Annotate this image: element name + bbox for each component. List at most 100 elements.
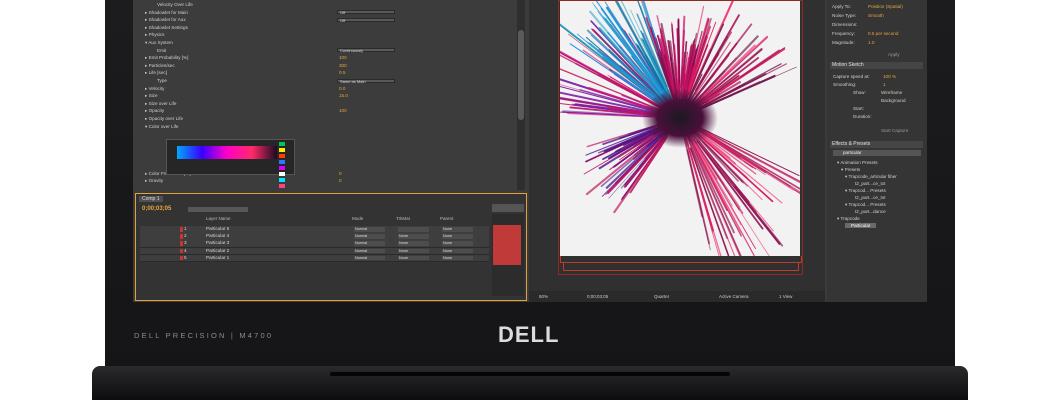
property-row[interactable]: ▸ Size over Life <box>133 101 515 106</box>
property-row[interactable]: Emit Continuously <box>133 48 515 53</box>
property-row[interactable]: ▾ Aux System <box>133 40 515 45</box>
motion-sketch-value[interactable]: 1 <box>883 82 886 87</box>
property-label: ▸ Opacity over Life <box>145 116 184 121</box>
property-row[interactable]: ▸ Shadowlet for Main Off <box>133 10 515 15</box>
layer-mode-select[interactable]: Normal <box>354 234 385 239</box>
layer-parent-select[interactable]: None <box>442 227 473 232</box>
wiggler-value[interactable]: 0.5 per second <box>868 31 898 36</box>
effects-tree-item[interactable]: t2_part...ce_txt <box>855 181 885 186</box>
tab-comp[interactable]: Comp 1 <box>139 196 163 202</box>
layer-color-label[interactable] <box>180 241 183 246</box>
property-dropdown[interactable]: Continuously <box>337 48 395 53</box>
layer-name-header[interactable]: Layer Name <box>206 216 231 221</box>
property-row[interactable]: ▸ Emit Probability [%] 100 <box>133 55 515 60</box>
layer-name[interactable]: Particular 5 <box>206 226 229 233</box>
effects-tree-item[interactable]: ▾ Presets <box>841 167 860 173</box>
layer-color-label[interactable] <box>180 255 183 261</box>
resolution-select[interactable]: Quarter <box>654 291 669 302</box>
layer-trkmat-select[interactable]: None <box>398 248 429 254</box>
effects-presets-title[interactable]: Effects & Presets <box>830 141 923 148</box>
property-row[interactable]: ▸ Shadowlet for Aux Off <box>133 17 515 22</box>
timecode[interactable]: 0;00;03;05 <box>142 206 171 212</box>
layer-color-label[interactable] <box>180 248 183 254</box>
property-row[interactable]: ▸ Physics <box>133 32 515 37</box>
motion-sketch-label: Start: <box>853 106 864 111</box>
layer-trkmat-select[interactable]: None <box>398 241 429 246</box>
layer-parent-select[interactable]: None <box>442 241 473 246</box>
property-dropdown[interactable]: Off <box>337 17 395 22</box>
color-gradient[interactable] <box>177 146 277 159</box>
motion-sketch-checkbox[interactable]: Background <box>881 98 906 103</box>
property-row[interactable]: ▸ Life [sec] 0.5 <box>133 70 515 75</box>
property-row[interactable]: ▸ Shadowlet Settings <box>133 25 515 30</box>
property-row[interactable]: ▸ Opacity over Life <box>133 116 515 121</box>
wiggler-apply-button[interactable]: Apply <box>888 52 900 57</box>
motion-sketch-title[interactable]: Motion Sketch <box>830 62 923 69</box>
layer-name[interactable]: Particular 4 <box>206 233 229 240</box>
property-row[interactable]: Velocity Over Life <box>133 2 515 7</box>
timeline-panel: Comp 1 0;00;03;05 Layer Name Mode TrkMat… <box>135 193 527 301</box>
layer-name[interactable]: Particular 2 <box>206 248 229 255</box>
wiggler-label: Apply To: <box>832 4 851 9</box>
property-dropdown[interactable]: Same as Main <box>337 78 395 83</box>
zoom-select[interactable]: 50% <box>539 291 548 302</box>
motion-sketch-checkbox[interactable]: Wireframe <box>881 90 902 95</box>
property-row[interactable]: ▾ Color over Life <box>133 124 515 129</box>
motion-sketch-label: Show: <box>853 90 866 95</box>
layer-mode-select[interactable]: Normal <box>354 248 385 254</box>
viewer-time[interactable]: 0;00;03;05 <box>587 291 608 302</box>
motion-sketch-value[interactable]: 100 % <box>883 74 896 79</box>
property-row[interactable]: ▸ Opacity 100 <box>133 108 515 113</box>
properties-scroll-thumb[interactable] <box>518 30 524 120</box>
layer-trkmat-select[interactable]: None <box>398 234 429 239</box>
effects-tree-item[interactable]: Particular <box>845 223 877 228</box>
layer-mode-select[interactable]: Normal <box>354 241 385 246</box>
layer-duration-bars[interactable] <box>493 225 521 265</box>
wiggler-value[interactable]: 1.0 <box>868 40 874 45</box>
layer-trkmat-select[interactable]: None <box>398 255 429 261</box>
layer-parent-select[interactable]: None <box>442 234 473 239</box>
property-row[interactable]: ▸ Particles/sec 300 <box>133 63 515 68</box>
property-value[interactable]: 100 <box>339 55 347 60</box>
property-value[interactable]: 0 <box>339 171 342 176</box>
effects-tree-item[interactable]: ▾ Trapcod... Presets <box>845 202 886 208</box>
effects-tree-item[interactable]: ▾ Trapcod... Presets <box>845 188 886 194</box>
property-value[interactable]: 300 <box>339 63 347 68</box>
property-dropdown[interactable]: Off <box>337 10 395 15</box>
wiggler-value[interactable]: Smooth <box>868 13 884 18</box>
effects-tree-item[interactable]: ▾ Animation Presets <box>837 160 878 166</box>
viewer-toolbar: 50% 0;00;03;05 Quarter Active Camera 1 V… <box>529 291 825 302</box>
property-value[interactable]: 15.0 <box>339 93 348 98</box>
layer-name[interactable]: Particular 1 <box>206 255 229 262</box>
layer-mode-select[interactable]: Normal <box>354 255 385 261</box>
gradient-swatches[interactable] <box>278 141 292 188</box>
effects-tree-item[interactable]: t2_part...ce_txt <box>855 195 885 200</box>
property-value[interactable]: 0.5 <box>339 70 345 75</box>
property-value[interactable]: 0.0 <box>339 86 345 91</box>
layer-name[interactable]: Particular 3 <box>206 240 229 247</box>
property-row[interactable]: Type Same as Main <box>133 78 515 83</box>
effects-tree-item[interactable]: ▾ Trapcode <box>837 216 860 222</box>
property-row[interactable]: ▸ Velocity 0.0 <box>133 86 515 91</box>
effects-tree-item[interactable]: ▾ Trapcode_articular fiber <box>845 174 897 180</box>
effects-tree-item[interactable]: t2_part...dance <box>855 209 886 214</box>
property-label: ▾ Color over Life <box>145 123 179 129</box>
wiggler-value[interactable]: Position (Spatial) <box>868 4 903 9</box>
layer-parent-select[interactable]: None <box>442 248 473 254</box>
effects-search-input[interactable]: particular <box>833 150 921 156</box>
timeline-layer-row[interactable]: 5 Particular 1 Normal None None <box>140 254 489 263</box>
layer-parent-select[interactable]: None <box>442 255 473 261</box>
camera-select[interactable]: Active Camera <box>719 291 749 302</box>
layer-color-label[interactable] <box>180 227 183 232</box>
view-layout-select[interactable]: 1 View <box>779 291 792 302</box>
property-row[interactable]: ▸ Gravity 0 <box>133 178 515 183</box>
layer-trkmat-select[interactable] <box>398 227 429 232</box>
timeline-search-input[interactable] <box>188 207 248 212</box>
start-capture-button[interactable]: Start Capture <box>881 128 908 133</box>
layer-mode-select[interactable]: Normal <box>354 227 385 232</box>
property-value[interactable]: 0 <box>339 178 342 183</box>
time-ruler[interactable] <box>492 204 524 212</box>
property-value[interactable]: 100 <box>339 108 347 113</box>
layer-color-label[interactable] <box>180 234 183 239</box>
property-row[interactable]: ▸ Size 15.0 <box>133 93 515 98</box>
